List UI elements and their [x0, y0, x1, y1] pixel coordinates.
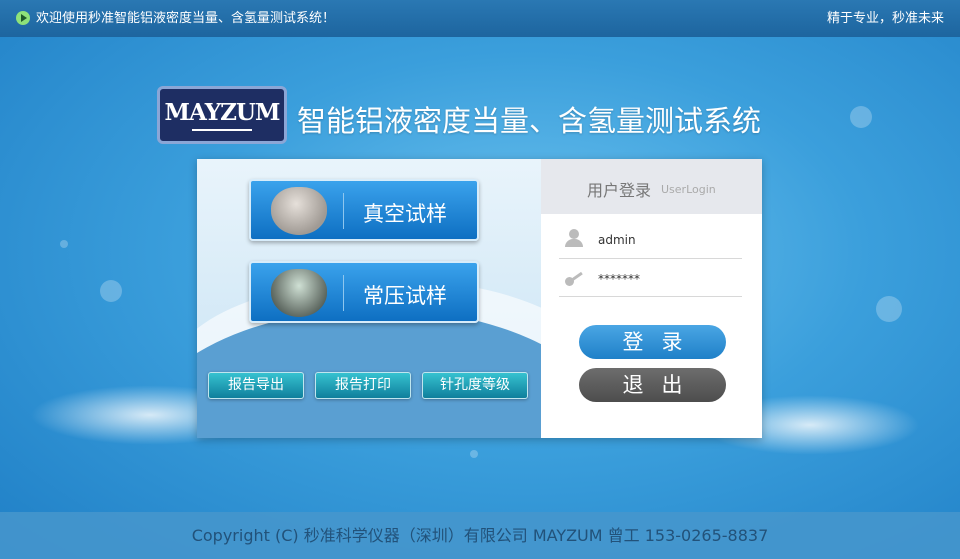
login-title: 用户登录 [587, 181, 652, 200]
function-panel: 真空试样 常压试样 报告导出 报告打印 针孔度等级 [197, 159, 541, 438]
pinhole-grade-button[interactable]: 针孔度等级 [422, 372, 528, 399]
report-print-button[interactable]: 报告打印 [315, 372, 411, 399]
login-title-en: UserLogin [661, 183, 716, 196]
play-circle-icon [16, 11, 30, 25]
welcome-message: 欢迎使用秒准智能铝液密度当量、含氢量测试系统！ [36, 11, 336, 26]
vacuum-sample-label: 真空试样 [363, 202, 447, 226]
footer-copyright: Copyright (C) 秒准科学仪器（深圳）有限公司 MAYZUM 曾工 1… [0, 512, 960, 559]
logo-underline [192, 129, 252, 131]
button-separator [343, 193, 344, 229]
main-panel: 真空试样 常压试样 报告导出 报告打印 针孔度等级 用户登录 UserLogin… [197, 159, 762, 438]
logo-text: MAYZUM [164, 99, 281, 126]
decorative-bubble [60, 240, 68, 248]
login-button[interactable]: 登录 [579, 325, 726, 359]
mayzum-logo: MAYZUM [157, 86, 287, 144]
slogan: 精于专业，秒准未来 [826, 11, 944, 26]
decorative-bubble [850, 106, 872, 128]
exit-button[interactable]: 退出 [579, 368, 726, 402]
decorative-bubble [100, 280, 122, 302]
username-field[interactable]: admin [598, 233, 636, 247]
key-icon [565, 271, 583, 287]
aluminum-sample-icon [271, 187, 327, 235]
button-separator [343, 275, 344, 311]
password-field[interactable]: ******* [598, 272, 640, 286]
report-export-button[interactable]: 报告导出 [208, 372, 304, 399]
vacuum-sample-button[interactable]: 真空试样 [249, 179, 479, 241]
decorative-bubble [470, 450, 478, 458]
system-title: 智能铝液密度当量、含氢量测试系统 [297, 104, 762, 138]
atmospheric-sample-button[interactable]: 常压试样 [249, 261, 479, 323]
field-divider [559, 258, 742, 259]
user-icon [565, 229, 583, 247]
atmospheric-sample-label: 常压试样 [363, 284, 447, 308]
aluminum-sample-icon [271, 269, 327, 317]
login-header: 用户登录 UserLogin [541, 159, 762, 214]
login-panel: 用户登录 UserLogin admin ******* 登录 退出 [541, 159, 762, 438]
field-divider [559, 296, 742, 297]
decorative-bubble [876, 296, 902, 322]
top-bar: 欢迎使用秒准智能铝液密度当量、含氢量测试系统！ 精于专业，秒准未来 [0, 0, 960, 37]
